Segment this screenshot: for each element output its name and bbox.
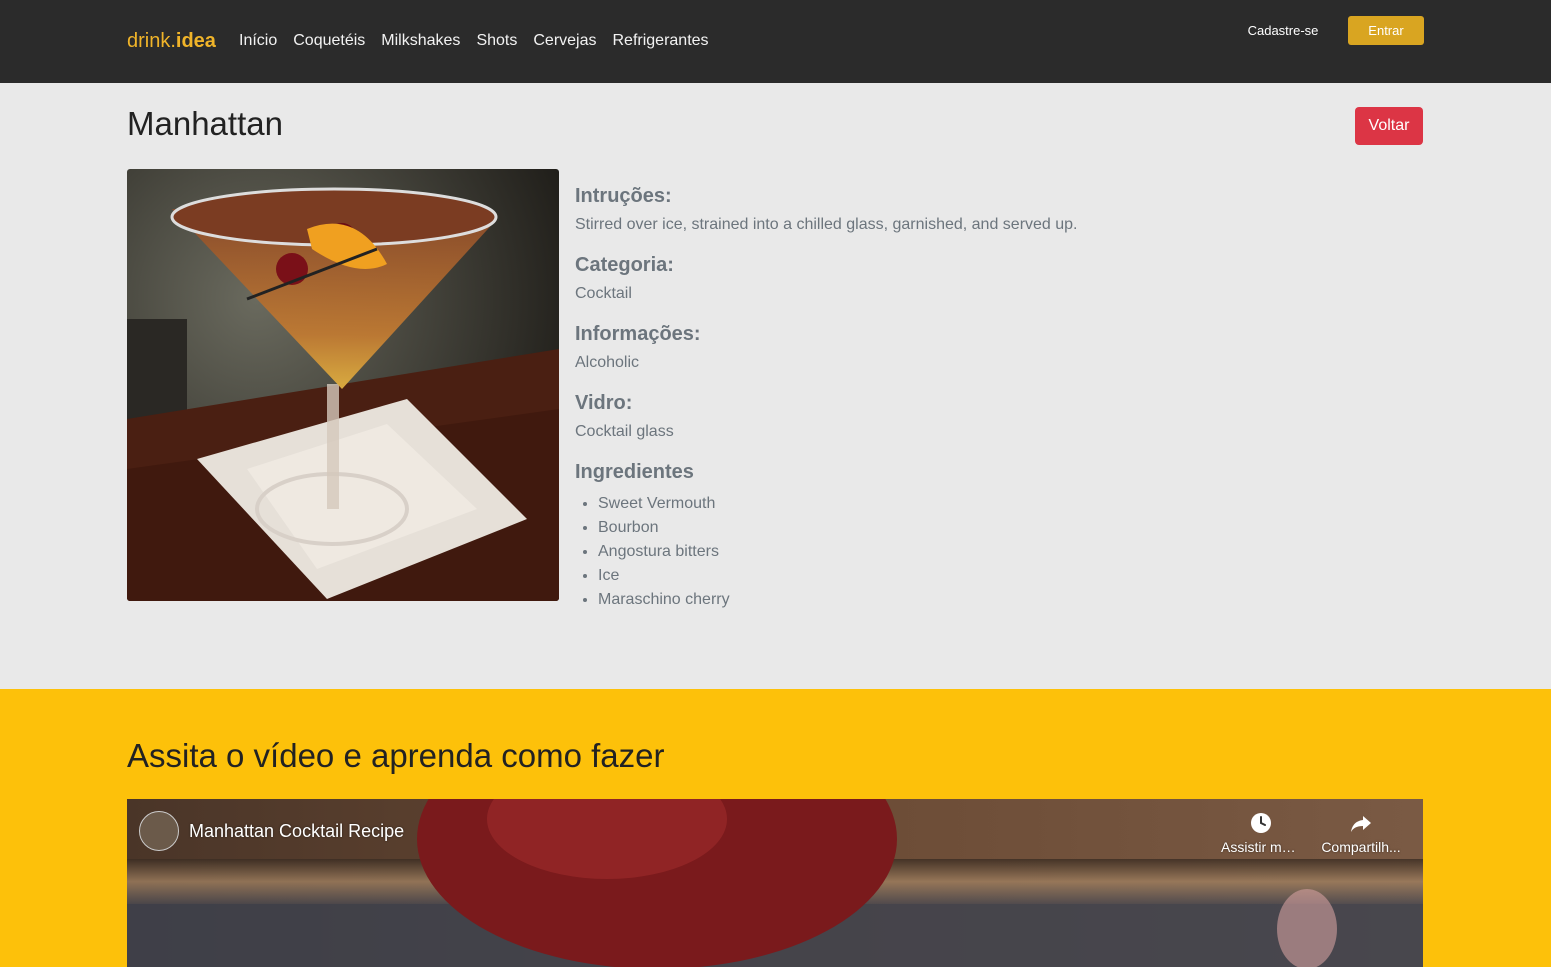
ingredient-item: Maraschino cherry [598,588,1078,612]
channel-avatar[interactable] [139,811,179,851]
drink-details: Intruções: Stirred over ice, strained in… [575,185,1078,612]
video-title[interactable]: Manhattan Cocktail Recipe [189,821,404,842]
clock-icon [1251,813,1271,833]
navbar: drink.idea Início Coquetéis Milkshakes S… [0,0,1551,83]
signup-link[interactable]: Cadastre-se [1246,20,1320,41]
instructions-text: Stirred over ice, strained into a chille… [575,216,1078,233]
glass-heading: Vidro: [575,392,633,414]
brand-logo[interactable]: drink.idea [127,30,216,53]
drink-detail: Manhattan Voltar Intruções: Stirred over… [0,83,1551,689]
watch-later-label: Assistir ma... [1221,839,1301,855]
share-icon [1351,816,1371,832]
page-title: Manhattan [127,105,283,142]
category-heading: Categoria: [575,254,674,276]
nav-link-milkshakes[interactable]: Milkshakes [381,32,460,50]
ingredient-item: Bourbon [598,516,1078,540]
ingredients-list: Sweet Vermouth Bourbon Angostura bitters… [575,492,1078,612]
info-heading: Informações: [575,323,701,345]
ingredient-item: Angostura bitters [598,540,1078,564]
nav-link-inicio[interactable]: Início [239,32,277,50]
info-text: Alcoholic [575,354,640,371]
ingredient-item: Ice [598,564,1078,588]
ingredients-heading: Ingredientes [575,461,694,483]
watch-later-button[interactable]: Assistir ma... [1221,811,1301,855]
glass-text: Cocktail glass [575,423,674,440]
video-actions: Assistir ma... Compartilh... [1221,811,1401,855]
share-label: Compartilh... [1321,839,1401,855]
drink-photo [127,169,559,601]
share-button[interactable]: Compartilh... [1321,811,1401,855]
ingredient-item: Sweet Vermouth [598,492,1078,516]
category-text: Cocktail [575,285,632,302]
nav-link-coqueteis[interactable]: Coquetéis [293,32,365,50]
login-button[interactable]: Entrar [1348,16,1424,45]
video-section-title: Assita o vídeo e aprenda como fazer [127,737,665,774]
nav-link-refrigerantes[interactable]: Refrigerantes [613,32,709,50]
brand-prefix: drink. [127,30,176,52]
instructions-heading: Intruções: [575,185,672,207]
video-header: Manhattan Cocktail Recipe [139,811,404,851]
brand-suffix: idea [175,30,216,52]
back-button[interactable]: Voltar [1355,107,1423,145]
nav-link-shots[interactable]: Shots [476,32,517,50]
video-section: Assita o vídeo e aprenda como fazer Manh… [0,689,1551,967]
nav-links: Início Coquetéis Milkshakes Shots Cervej… [239,32,709,50]
video-player[interactable]: Manhattan Cocktail Recipe Assistir ma...… [127,799,1423,967]
nav-link-cervejas[interactable]: Cervejas [533,32,596,50]
